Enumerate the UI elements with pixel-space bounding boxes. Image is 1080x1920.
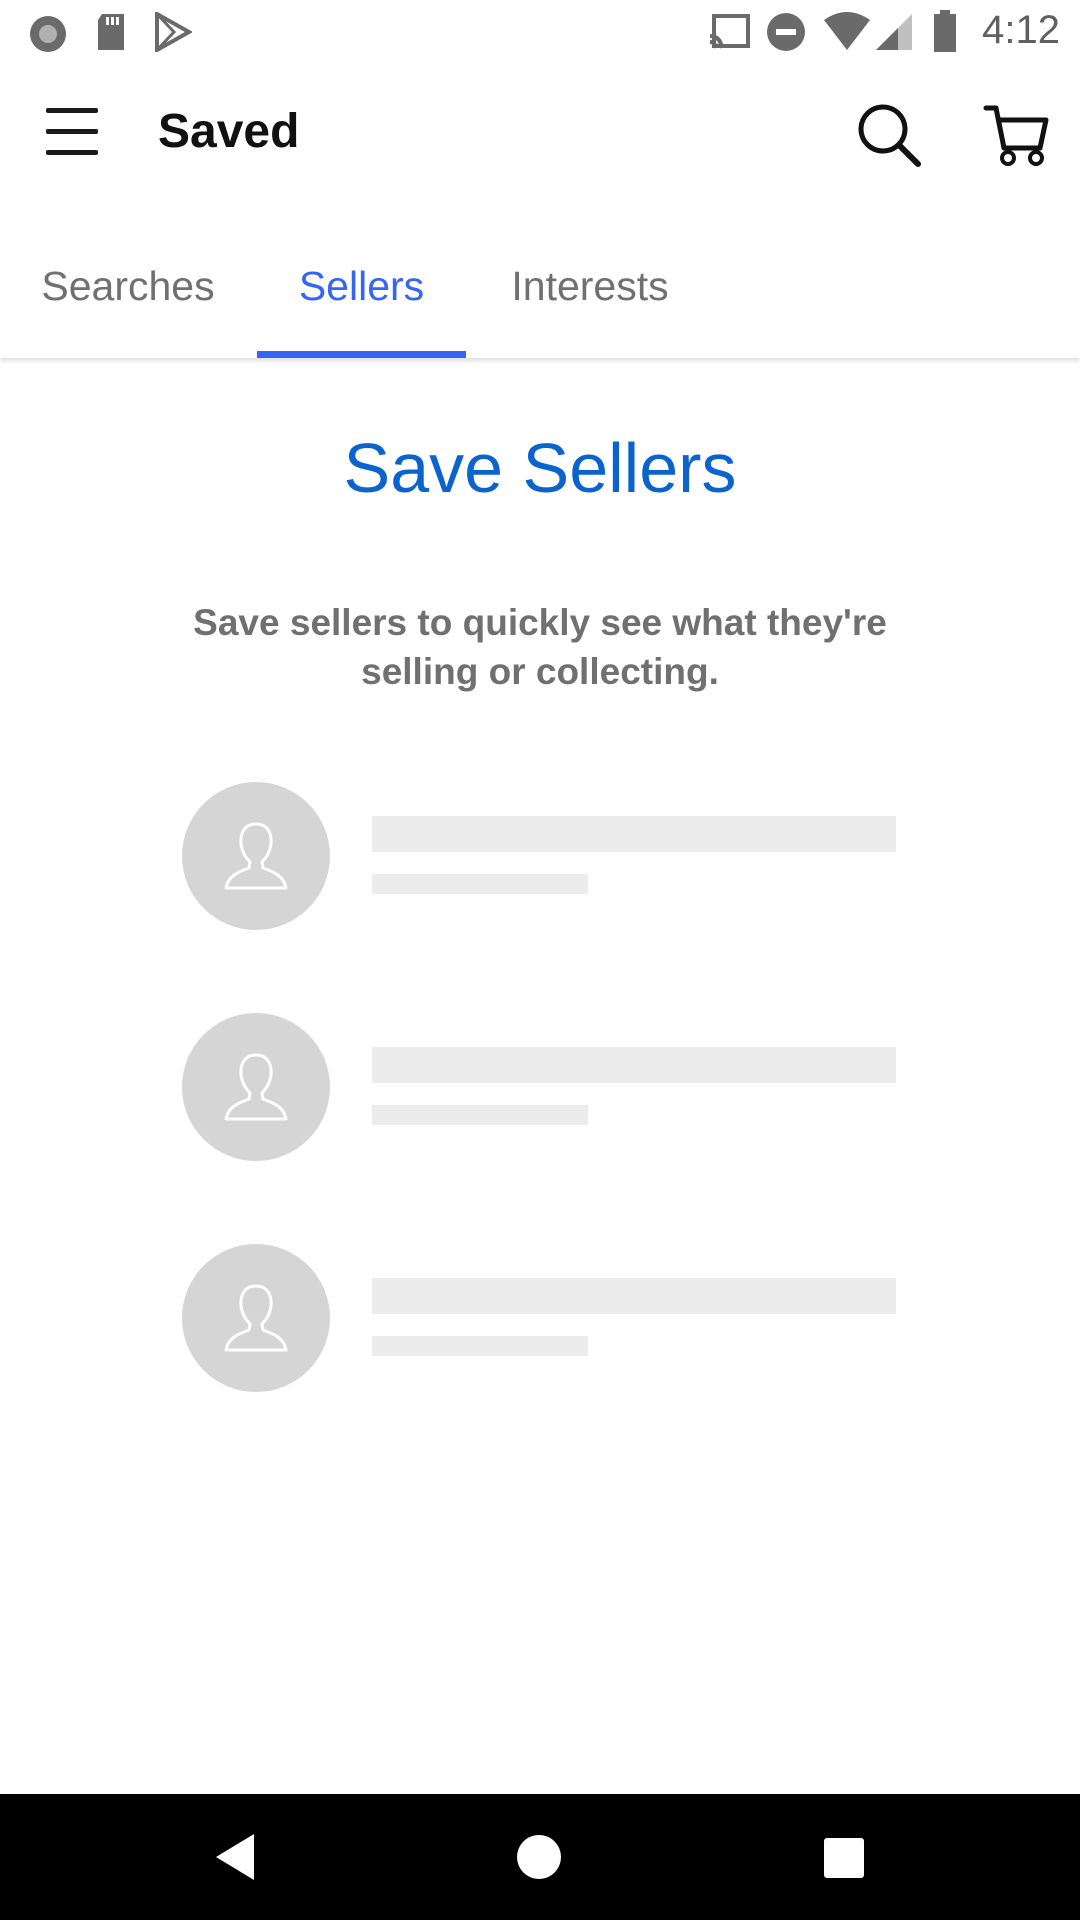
play-store-icon — [154, 10, 194, 57]
placeholder-line — [372, 1336, 588, 1356]
placeholder-line — [372, 816, 896, 852]
recents-icon[interactable] — [810, 1824, 876, 1890]
empty-state-heading: Save Sellers — [343, 429, 737, 507]
system-nav-bar — [0, 1794, 1080, 1920]
sd-card-icon — [94, 12, 128, 57]
placeholder-line — [372, 1105, 588, 1125]
avatar — [182, 1244, 330, 1392]
person-icon — [224, 1284, 288, 1352]
status-bar: 4:12 — [0, 0, 1080, 64]
cast-icon — [708, 12, 752, 57]
placeholder-line — [372, 1047, 896, 1083]
clock: 4:12 — [982, 8, 1060, 52]
tab-searches[interactable]: Searches — [22, 250, 234, 358]
page-title: Saved — [158, 105, 300, 158]
signal-icon — [874, 12, 914, 57]
avatar — [182, 1013, 330, 1161]
placeholder-line — [372, 874, 588, 894]
placeholder-line — [372, 1278, 896, 1314]
back-icon[interactable] — [204, 1824, 270, 1890]
empty-state-description: Save sellers to quickly see what they're… — [193, 602, 887, 692]
menu-icon[interactable] — [44, 104, 100, 160]
person-icon — [224, 1053, 288, 1121]
record-icon — [28, 14, 68, 59]
active-tab-indicator — [257, 351, 466, 358]
tab-label: Searches — [41, 263, 215, 309]
app-bar: Saved — [0, 64, 1080, 204]
tab-label: Interests — [511, 263, 669, 309]
search-icon[interactable] — [854, 100, 924, 170]
tab-sellers[interactable]: Sellers — [257, 250, 466, 358]
home-icon[interactable] — [506, 1824, 572, 1890]
battery-icon — [932, 10, 958, 57]
tab-label: Sellers — [298, 263, 425, 309]
placeholder-row — [182, 1013, 902, 1161]
do-not-disturb-icon — [766, 12, 806, 57]
cart-icon[interactable] — [982, 100, 1052, 170]
tab-bar: Searches Sellers Interests — [0, 250, 1080, 358]
wifi-icon — [822, 12, 872, 57]
placeholder-row — [182, 1244, 902, 1392]
person-icon — [224, 822, 288, 890]
tab-interests[interactable]: Interests — [490, 250, 690, 358]
placeholder-row — [182, 782, 902, 930]
avatar — [182, 782, 330, 930]
